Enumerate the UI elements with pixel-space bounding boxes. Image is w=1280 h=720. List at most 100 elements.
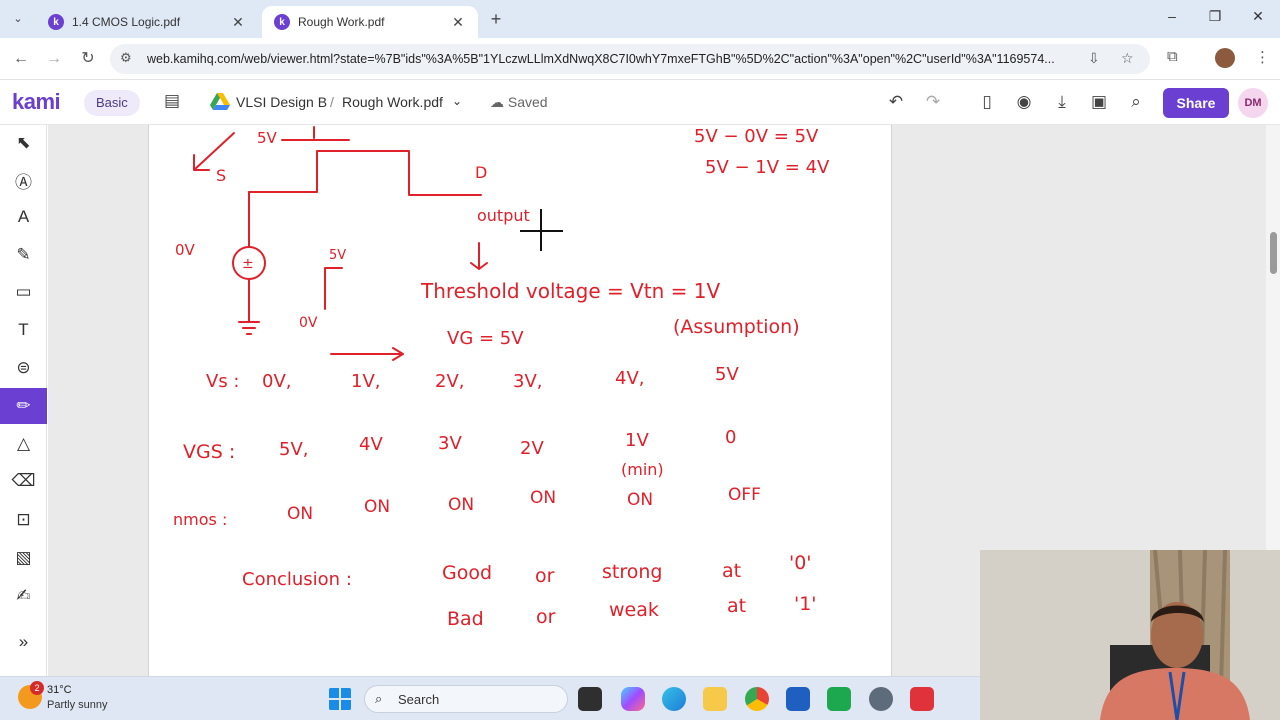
gate-voltage-text: VG = 5V bbox=[447, 328, 524, 349]
presenter-video-frame bbox=[980, 550, 1280, 720]
copilot-icon[interactable] bbox=[621, 687, 645, 711]
source-terminal-label: S bbox=[216, 166, 226, 185]
edge-browser-icon[interactable] bbox=[662, 687, 686, 711]
weather-condition[interactable]: Partly sunny bbox=[47, 699, 108, 711]
close-tab-icon[interactable]: ✕ bbox=[230, 14, 246, 31]
download-icon[interactable]: ⤓ bbox=[1050, 92, 1074, 112]
profile-avatar[interactable] bbox=[1215, 48, 1235, 68]
recorder-icon[interactable] bbox=[910, 687, 934, 711]
file-explorer-icon[interactable] bbox=[703, 687, 727, 711]
vs-value: 3V, bbox=[513, 371, 543, 392]
toolbox-icon[interactable]: ▣ bbox=[1087, 92, 1111, 112]
settings-gear-icon[interactable] bbox=[869, 687, 893, 711]
conclusion-word: at bbox=[727, 595, 746, 617]
equation-icon[interactable]: ⊜ bbox=[0, 350, 47, 386]
scrollbar-thumb[interactable] bbox=[1270, 232, 1277, 274]
back-arrow-icon[interactable]: ← bbox=[10, 48, 32, 70]
polarity-symbol: ± bbox=[242, 256, 254, 272]
camtasia-icon[interactable] bbox=[827, 687, 851, 711]
nmos-state: ON bbox=[364, 497, 390, 517]
google-drive-icon bbox=[210, 93, 230, 110]
vs-value: 0V, bbox=[262, 371, 292, 392]
vs-value: 1V, bbox=[351, 371, 381, 392]
image-insert-icon[interactable]: ▧ bbox=[0, 540, 47, 576]
text-box-icon[interactable]: T bbox=[0, 312, 47, 348]
conclusion-word: strong bbox=[602, 561, 662, 583]
text-select-icon[interactable]: Ⓐ bbox=[0, 162, 47, 198]
undo-icon[interactable]: ↶ bbox=[884, 92, 908, 112]
select-pointer-icon[interactable]: ⬉ bbox=[0, 125, 47, 161]
nmos-state: ON bbox=[627, 490, 653, 510]
handwritten-notes: 5V S D output 0V ± 5V 0V 5V − 0V = 5V 5V… bbox=[173, 126, 830, 630]
breadcrumb-folder[interactable]: VLSI Design B bbox=[236, 94, 327, 110]
address-bar[interactable]: ⚙ web.kamihq.com/web/viewer.html?state=%… bbox=[110, 44, 1150, 74]
windows-start-icon[interactable] bbox=[328, 687, 352, 711]
kami-logo[interactable]: kami bbox=[12, 89, 61, 115]
pdf-page[interactable]: 5V S D output 0V ± 5V 0V 5V − 0V = 5V 5V… bbox=[148, 125, 892, 676]
kami-toolbar: kami Basic ▤ VLSI Design B / Rough Work.… bbox=[0, 81, 1280, 125]
signature-icon[interactable]: ✍ bbox=[0, 578, 47, 614]
shapes-icon[interactable]: △ bbox=[0, 426, 47, 462]
install-app-icon[interactable]: ⇩ bbox=[1088, 50, 1100, 67]
reload-icon[interactable]: ↻ bbox=[77, 48, 99, 70]
vs-value: 5V bbox=[715, 364, 739, 385]
task-view-icon[interactable] bbox=[578, 687, 602, 711]
save-status-label: Saved bbox=[507, 94, 548, 110]
forward-arrow-icon[interactable]: → bbox=[43, 48, 65, 70]
window-close-icon[interactable]: ✕ bbox=[1244, 8, 1272, 25]
ai-feedback-icon[interactable]: ⊡ bbox=[0, 502, 47, 538]
site-info-icon[interactable]: ⚙ bbox=[120, 50, 132, 66]
gate-voltage-label: 5V bbox=[257, 129, 278, 147]
conclusion-word: or bbox=[536, 606, 556, 628]
eraser-icon[interactable]: ⌫ bbox=[0, 463, 47, 499]
document-title[interactable]: Rough Work.pdf bbox=[342, 94, 443, 110]
tab-search-chevron-icon[interactable]: ⌄ bbox=[8, 10, 28, 28]
vgs-value: 0 bbox=[725, 427, 736, 448]
vgs-value: 1V bbox=[625, 430, 649, 451]
bookmark-star-icon[interactable]: ☆ bbox=[1121, 50, 1134, 67]
file-drawer-icon[interactable]: ▤ bbox=[164, 91, 180, 111]
drawing-pen-icon[interactable]: ✏ bbox=[0, 388, 47, 424]
nmos-row-label: nmos : bbox=[173, 510, 227, 529]
nmos-circuit-drawing bbox=[193, 126, 488, 361]
threshold-voltage-text: Threshold voltage = Vtn = 1V bbox=[420, 279, 721, 303]
restore-icon[interactable]: ❐ bbox=[1201, 8, 1229, 25]
plan-badge[interactable]: Basic bbox=[84, 90, 140, 116]
conclusion-word: '0' bbox=[789, 552, 812, 574]
search-icon: ⌕ bbox=[375, 691, 383, 706]
expand-rail-chevron-icon[interactable]: » bbox=[0, 624, 47, 660]
windows-taskbar: 2 31°C Partly sunny ⌕ Search bbox=[0, 676, 980, 720]
browser-menu-icon[interactable]: ⋮ bbox=[1255, 48, 1270, 66]
close-tab-icon[interactable]: ✕ bbox=[450, 14, 466, 31]
tab-cmos-logic[interactable]: k 1.4 CMOS Logic.pdf ✕ bbox=[36, 6, 258, 38]
vgs-value: 4V bbox=[359, 434, 383, 455]
view-eye-icon[interactable]: ◉ bbox=[1012, 92, 1036, 112]
redo-icon[interactable]: ↷ bbox=[921, 92, 945, 112]
comment-icon[interactable]: ▭ bbox=[0, 274, 47, 310]
url-text[interactable]: web.kamihq.com/web/viewer.html?state=%7B… bbox=[147, 52, 1077, 66]
extensions-puzzle-icon[interactable]: ⧉ bbox=[1167, 48, 1178, 65]
new-tab-plus-icon[interactable]: + bbox=[486, 9, 506, 30]
assumption-text: (Assumption) bbox=[673, 316, 800, 338]
vs-value: 4V, bbox=[615, 368, 645, 389]
step-high-label: 5V bbox=[329, 248, 346, 263]
taskbar-search[interactable]: ⌕ Search bbox=[364, 685, 568, 713]
document-outline-icon[interactable]: ▯ bbox=[975, 92, 999, 112]
chrome-icon[interactable] bbox=[745, 687, 769, 711]
text-to-speech-icon[interactable]: A bbox=[0, 199, 47, 235]
word-icon[interactable] bbox=[786, 687, 810, 711]
vs-value: 2V, bbox=[435, 371, 465, 392]
vgs-value: 2V bbox=[520, 438, 544, 459]
user-avatar[interactable]: DM bbox=[1238, 88, 1268, 118]
weather-temperature[interactable]: 31°C bbox=[47, 684, 72, 696]
drain-terminal-label: D bbox=[475, 163, 487, 182]
nmos-state: ON bbox=[530, 488, 556, 508]
browser-tab-strip: ⌄ k 1.4 CMOS Logic.pdf ✕ k Rough Work.pd… bbox=[0, 0, 1280, 38]
tab-rough-work[interactable]: k Rough Work.pdf ✕ bbox=[262, 6, 478, 38]
search-icon[interactable]: ⌕ bbox=[1124, 92, 1148, 112]
minimize-icon[interactable]: – bbox=[1158, 8, 1186, 24]
highlighter-icon[interactable]: ✎ bbox=[0, 237, 47, 273]
share-button[interactable]: Share bbox=[1163, 88, 1229, 118]
taskbar-search-placeholder: Search bbox=[398, 692, 440, 707]
title-chevron-down-icon[interactable]: ⌄ bbox=[452, 94, 462, 108]
